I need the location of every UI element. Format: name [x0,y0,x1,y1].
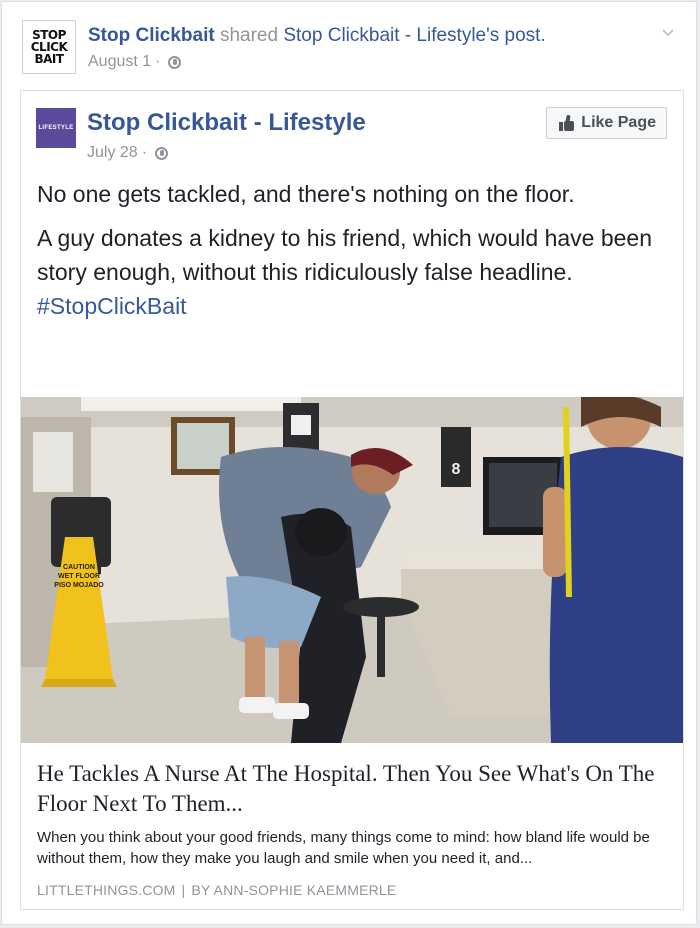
lifestyle-avatar[interactable]: LIFESTYLE [36,108,76,148]
post-paragraph-2: A guy donates a kidney to his friend, wh… [37,225,653,285]
shared-byline: Stop Clickbait shared Stop Clickbait - L… [88,24,546,48]
door-number: 8 [451,461,461,478]
post-paragraph-1: No one gets tackled, and there's nothing… [37,181,575,207]
hospital-scene-illustration [21,397,683,743]
link-source: LITTLETHINGS.COM | BY ANN-SOPHIE KAEMMERLE [37,881,396,899]
like-page-button[interactable]: Like Page [546,107,667,139]
sign-line-3: PISO MOJADO [54,582,104,589]
globe-icon [155,146,169,160]
target-post-link[interactable]: Stop Clickbait - Lifestyle's post. [283,25,545,46]
shared-post-header: STOP CLICK BAIT Stop Clickbait shared St… [22,20,676,76]
avatar-line-bait: BAIT [34,52,64,66]
shared-timestamp: August 1 · [88,52,182,72]
link-description: When you think about your good friends, … [37,829,650,867]
hashtag-link[interactable]: #StopClickBait [37,289,667,323]
page-name-link[interactable]: Stop Clickbait - Lifestyle [87,109,366,137]
stop-clickbait-avatar[interactable]: STOP CLICK BAIT [22,20,76,74]
post-timestamp: July 28 · [87,143,169,163]
shared-verb: shared [219,25,279,46]
source-separator: | [181,882,186,898]
date-separator: · [141,144,148,161]
like-page-label: Like Page [581,114,656,131]
date-separator: · [155,53,161,70]
globe-icon [168,55,182,69]
original-post: LIFESTYLE Stop Clickbait - Lifestyle Jul… [20,90,684,910]
source-author: BY ANN-SOPHIE KAEMMERLE [191,882,397,898]
sign-line-1: CAUTION [63,564,95,571]
post-body: No one gets tackled, and there's nothing… [37,177,667,323]
wet-floor-sign-text: CAUTION WET FLOOR PISO MOJADO [49,563,109,590]
sign-line-2: WET FLOOR [58,573,100,580]
source-domain[interactable]: LITTLETHINGS.COM [37,882,176,898]
chevron-down-icon[interactable] [660,24,676,40]
thumbs-up-icon [559,114,575,131]
actor-link[interactable]: Stop Clickbait [88,25,215,46]
link-title[interactable]: He Tackles A Nurse At The Hospital. Then… [37,759,667,819]
link-preview-image[interactable]: CAUTION WET FLOOR PISO MOJADO 8 [21,397,683,743]
shared-date[interactable]: August 1 [88,52,151,72]
shared-post-card: STOP CLICK BAIT Stop Clickbait shared St… [1,1,697,925]
post-date[interactable]: July 28 [87,143,138,163]
